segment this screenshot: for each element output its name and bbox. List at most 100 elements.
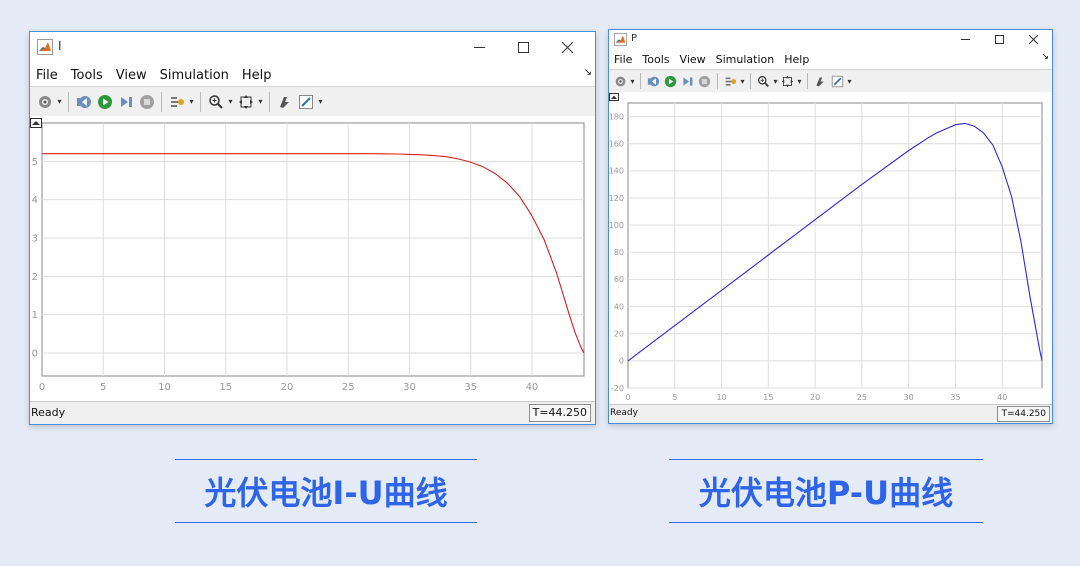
undock-icon[interactable]	[30, 118, 42, 128]
signal-button[interactable]	[166, 91, 187, 112]
step-back-icon	[76, 95, 91, 108]
edit-button[interactable]	[295, 91, 316, 112]
title-bar[interactable]: I	[30, 32, 595, 64]
signal-dropdown[interactable]: ▾	[739, 73, 746, 90]
menu-dock-arrow-icon[interactable]: ↘	[1041, 52, 1049, 62]
matlab-logo-icon	[614, 33, 627, 46]
x-tick-label: 0	[625, 393, 630, 402]
matlab-logo-icon	[37, 39, 53, 55]
signal-button[interactable]	[722, 73, 739, 90]
run-icon	[664, 75, 677, 87]
menu-simulation[interactable]: Simulation	[716, 53, 775, 66]
stop-icon	[139, 94, 154, 109]
y-tick-label: 160	[609, 140, 624, 149]
iu-plot-area: 0 5 10 15 20 25 30 35 40 0 1 2 3 4 5	[30, 116, 595, 404]
y-tick-label: 120	[609, 194, 624, 203]
x-tick-label: 25	[857, 393, 867, 402]
run-button[interactable]	[662, 73, 679, 90]
zoom-button[interactable]	[205, 91, 226, 112]
y-tick-label: 100	[609, 221, 624, 230]
minimize-button[interactable]	[948, 30, 982, 48]
fit-view-dropdown[interactable]: ▾	[256, 91, 265, 112]
x-tick-label: 30	[904, 393, 914, 402]
step-back-button[interactable]	[73, 91, 94, 112]
stop-icon	[698, 75, 711, 87]
status-bar: Ready T=44.250	[609, 404, 1052, 423]
pu-chart: 0 5 10 15 20 25 30 35 40-20020406080100120140160…	[609, 102, 1043, 402]
toolbar-separator	[750, 73, 751, 89]
y-tick-label: -20	[611, 384, 624, 393]
run-button[interactable]	[94, 91, 115, 112]
step-forward-button[interactable]	[115, 91, 136, 112]
title-bar[interactable]: P	[609, 30, 1052, 50]
menu-tools[interactable]: Tools	[71, 68, 103, 83]
y-tick-label: 140	[609, 167, 624, 176]
menu-file[interactable]: File	[614, 53, 632, 66]
settings-button[interactable]	[34, 91, 55, 112]
x-tick-label: 25	[342, 382, 355, 393]
undock-icon[interactable]	[609, 93, 619, 101]
highlight-button[interactable]	[812, 73, 829, 90]
y-tick-label: 0	[619, 357, 624, 366]
zoom-dropdown[interactable]: ▾	[226, 91, 235, 112]
maximize-button[interactable]	[501, 32, 545, 62]
status-text: Ready	[610, 408, 638, 418]
settings-dropdown[interactable]: ▾	[55, 91, 64, 112]
sim-time: T=44.250	[528, 404, 591, 422]
fit-view-button[interactable]	[235, 91, 256, 112]
zoom-in-icon	[208, 94, 223, 109]
minimize-button[interactable]	[457, 32, 501, 62]
y-tick-label: 60	[614, 275, 624, 284]
toolbar-separator	[269, 91, 270, 112]
iu-chart: 0 5 10 15 20 25 30 35 40 0 1 2 3 4 5	[32, 122, 585, 393]
highlight-button[interactable]	[274, 91, 295, 112]
x-tick-label: 20	[810, 393, 820, 402]
y-tick-label: 0	[32, 349, 38, 360]
stop-button[interactable]	[136, 91, 157, 112]
fit-view-button[interactable]	[779, 73, 796, 90]
close-button[interactable]	[1016, 30, 1050, 48]
toolbar-separator	[68, 91, 69, 112]
toolbar-separator	[807, 73, 808, 89]
step-back-button[interactable]	[645, 73, 662, 90]
zoom-dropdown[interactable]: ▾	[772, 73, 779, 90]
edit-icon	[298, 94, 313, 109]
close-button[interactable]	[545, 32, 589, 62]
signal-icon	[725, 76, 737, 86]
fit-view-icon	[781, 75, 794, 87]
x-tick-label: 30	[403, 382, 416, 393]
menu-view[interactable]: View	[116, 68, 147, 83]
iu-scope-window: I File Tools View Simulation Help ↘ ▾ ▾ …	[29, 31, 596, 425]
pu-plot-area: 0 5 10 15 20 25 30 35 40 -20 0 20 40 60 80 100 120 140 160…	[609, 92, 1052, 406]
menu-simulation[interactable]: Simulation	[160, 68, 229, 83]
pu-caption: 光伏电池P-U曲线	[669, 459, 983, 523]
menu-file[interactable]: File	[36, 68, 58, 83]
fit-view-dropdown[interactable]: ▾	[796, 73, 803, 90]
signal-dropdown[interactable]: ▾	[187, 91, 196, 112]
stop-button[interactable]	[696, 73, 713, 90]
y-tick-label: 40	[614, 302, 624, 311]
y-tick-label: 4	[32, 195, 38, 206]
maximize-button[interactable]	[982, 30, 1016, 48]
x-tick-label: 10	[716, 393, 726, 402]
step-forward-button[interactable]	[679, 73, 696, 90]
toolbar-separator	[200, 91, 201, 112]
zoom-button[interactable]	[755, 73, 772, 90]
settings-dropdown[interactable]: ▾	[629, 73, 636, 90]
toolbar: ▾ ▾ ▾ ▾ ▾	[609, 69, 1052, 93]
menu-tools[interactable]: Tools	[642, 53, 669, 66]
maximize-icon	[517, 41, 529, 53]
menu-help[interactable]: Help	[784, 53, 809, 66]
menu-view[interactable]: View	[680, 53, 706, 66]
menu-dock-arrow-icon[interactable]: ↘	[584, 67, 592, 78]
x-tick-label: 15	[219, 382, 232, 393]
y-tick-label: 3	[32, 234, 38, 245]
edit-button[interactable]	[829, 73, 846, 90]
edit-dropdown[interactable]: ▾	[846, 73, 853, 90]
settings-button[interactable]	[612, 73, 629, 90]
status-bar: Ready T=44.250	[30, 401, 595, 424]
y-tick-label: 5	[32, 157, 38, 168]
edit-dropdown[interactable]: ▾	[316, 91, 325, 112]
minimize-icon	[473, 46, 485, 48]
menu-help[interactable]: Help	[242, 68, 272, 83]
